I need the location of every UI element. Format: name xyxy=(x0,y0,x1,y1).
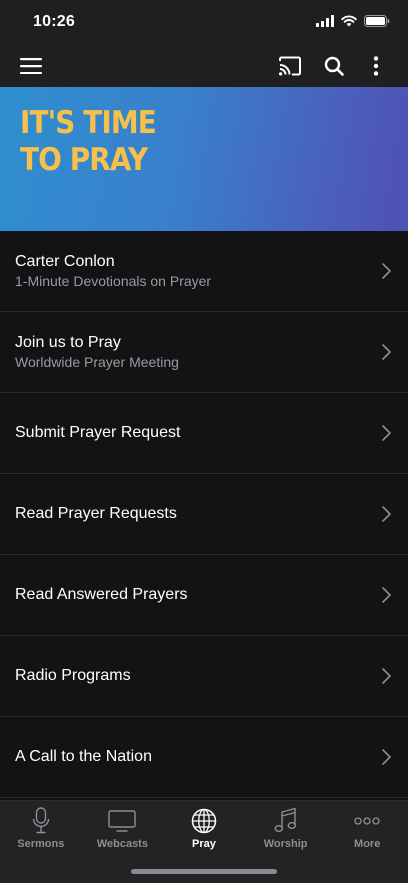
chevron-right-icon xyxy=(382,587,391,603)
tab-webcasts[interactable]: Webcasts xyxy=(82,801,164,861)
list-item-title: Radio Programs xyxy=(15,667,131,684)
more-dots-icon xyxy=(354,817,380,825)
list-item-carter-conlon[interactable]: Carter Conlon 1-Minute Devotionals on Pr… xyxy=(0,231,408,312)
cast-button[interactable] xyxy=(274,50,306,82)
home-indicator[interactable] xyxy=(131,869,277,874)
list-item-subtitle: 1-Minute Devotionals on Prayer xyxy=(15,273,212,289)
app-header xyxy=(0,44,408,87)
list-item-submit-prayer-request[interactable]: Submit Prayer Request xyxy=(0,393,408,474)
tab-label: Pray xyxy=(192,838,216,850)
tab-label: Webcasts xyxy=(96,838,148,850)
cellular-signal-icon xyxy=(316,15,334,27)
chevron-right-icon xyxy=(382,749,391,765)
status-bar: 10:26 xyxy=(0,0,408,44)
microphone-icon xyxy=(32,807,49,834)
cast-icon xyxy=(279,56,301,76)
tab-label: Worship xyxy=(263,838,308,850)
chevron-right-icon xyxy=(382,506,391,522)
overflow-menu-button[interactable] xyxy=(360,50,392,82)
vertical-dots-icon xyxy=(373,56,379,76)
list-item-title: Join us to Pray xyxy=(15,334,121,351)
tv-icon xyxy=(108,810,137,832)
list-item-title: Submit Prayer Request xyxy=(15,424,181,441)
status-time: 10:26 xyxy=(33,13,75,30)
chevron-right-icon xyxy=(382,668,391,684)
hero-banner: IT'S TIME TO PRAY xyxy=(0,87,408,231)
list-item-a-call-to-the-nation[interactable]: A Call to the Nation xyxy=(0,717,408,798)
tab-sermons[interactable]: Sermons xyxy=(0,801,82,861)
banner-line-1: IT'S TIME xyxy=(20,105,157,141)
tab-pray[interactable]: Pray xyxy=(163,801,245,861)
list-item-read-prayer-requests[interactable]: Read Prayer Requests xyxy=(0,474,408,555)
tab-label: More xyxy=(354,838,381,850)
chevron-right-icon xyxy=(382,263,391,279)
music-note-icon xyxy=(274,807,296,833)
hamburger-menu-button[interactable] xyxy=(15,50,47,82)
tab-label: Sermons xyxy=(17,838,65,850)
status-icons xyxy=(316,15,390,27)
list-item-join-us-to-pray[interactable]: Join us to Pray Worldwide Prayer Meeting xyxy=(0,312,408,393)
list-item-title: Carter Conlon xyxy=(15,253,115,270)
list-item-subtitle: Worldwide Prayer Meeting xyxy=(15,354,179,370)
tab-more[interactable]: More xyxy=(326,801,408,861)
list-item-read-answered-prayers[interactable]: Read Answered Prayers xyxy=(0,555,408,636)
tab-worship[interactable]: Worship xyxy=(245,801,327,861)
wifi-icon xyxy=(341,15,357,27)
chevron-right-icon xyxy=(382,344,391,360)
search-icon xyxy=(324,56,344,76)
list-item-title: Read Answered Prayers xyxy=(15,586,188,603)
list-item-title: A Call to the Nation xyxy=(15,748,152,765)
hamburger-icon xyxy=(20,58,42,74)
list-item-title: Read Prayer Requests xyxy=(15,505,177,522)
battery-icon xyxy=(364,15,390,27)
banner-title: IT'S TIME TO PRAY xyxy=(20,105,157,179)
search-button[interactable] xyxy=(318,50,350,82)
banner-line-2: TO PRAY xyxy=(20,142,148,178)
list-item-radio-programs[interactable]: Radio Programs xyxy=(0,636,408,717)
globe-icon xyxy=(191,808,217,834)
chevron-right-icon xyxy=(382,425,391,441)
prayer-menu-list: Carter Conlon 1-Minute Devotionals on Pr… xyxy=(0,231,408,798)
